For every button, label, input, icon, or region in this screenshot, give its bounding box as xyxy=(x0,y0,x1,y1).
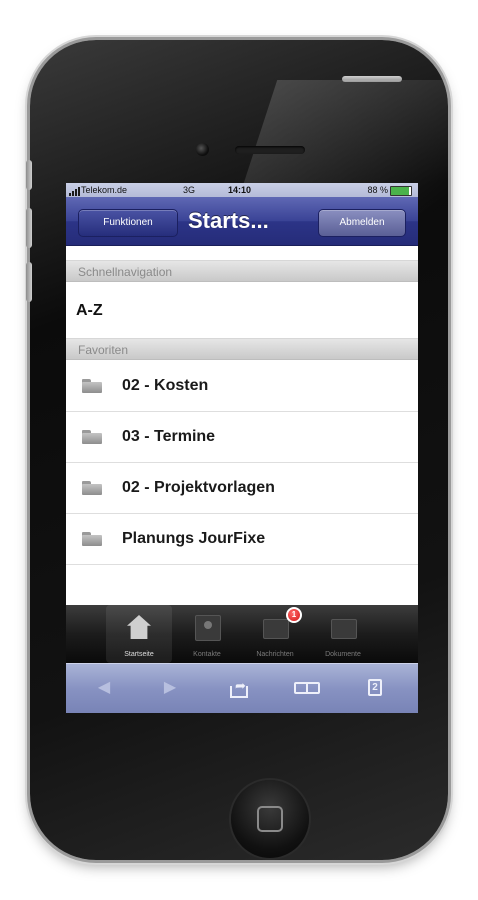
forward-arrow-icon[interactable]: ▶ xyxy=(158,677,182,699)
home-button[interactable] xyxy=(231,780,309,858)
person-icon xyxy=(195,615,221,641)
phone-screen: Telekom.de 3G 14:10 88 % Funktionen Star… xyxy=(66,183,418,713)
tab-label: Kontakte xyxy=(193,651,221,658)
favorite-label: 02 - Kosten xyxy=(122,377,209,394)
favorites-list: 02 - Kosten 03 - Termine 02 - Projektvor… xyxy=(66,361,418,565)
volume-up-button xyxy=(26,208,32,248)
favorite-label: 02 - Projektvorlagen xyxy=(122,479,275,496)
tab-nachrichten[interactable]: 1 Nachrichten xyxy=(242,605,308,663)
folder-icon xyxy=(82,430,102,444)
house-icon xyxy=(127,615,151,639)
earpiece-speaker xyxy=(235,146,305,154)
folder-icon xyxy=(331,619,357,639)
mail-icon xyxy=(263,619,289,639)
navigation-bar: Funktionen Starts... Abmelden xyxy=(66,197,418,246)
browser-toolbar: ◀ ▶ ➦ 2 xyxy=(66,663,418,713)
carrier-name: Telekom.de xyxy=(81,185,128,195)
list-empty-area xyxy=(66,565,418,605)
favorite-item[interactable]: 02 - Projektvorlagen xyxy=(66,463,418,514)
pages-count: 2 xyxy=(368,679,382,696)
bookmarks-icon[interactable] xyxy=(294,677,320,699)
functions-button[interactable]: Funktionen xyxy=(78,209,178,237)
app-tab-bar: Startseite Kontakte 1 Nachrichten Dokume… xyxy=(66,605,418,663)
favorite-item[interactable]: Planungs JourFixe xyxy=(66,514,418,565)
folder-icon xyxy=(82,532,102,546)
battery-icon xyxy=(390,186,412,196)
folder-icon xyxy=(82,481,102,495)
favorites-section-header: Favoriten xyxy=(66,338,418,360)
tab-startseite[interactable]: Startseite xyxy=(106,605,172,663)
favorite-label: Planungs JourFixe xyxy=(122,530,266,547)
home-button-square-icon xyxy=(257,806,283,832)
folder-icon xyxy=(82,379,102,393)
tab-label: Startseite xyxy=(124,651,154,658)
volume-down-button xyxy=(26,262,32,302)
tab-label: Dokumente xyxy=(325,651,361,658)
notification-badge: 1 xyxy=(286,607,302,623)
quick-nav-section-header: Schnellnavigation xyxy=(66,260,418,282)
tab-label: Nachrichten xyxy=(256,651,294,658)
sleep-button xyxy=(342,76,402,82)
favorite-item[interactable]: 03 - Termine xyxy=(66,412,418,463)
pages-icon[interactable]: 2 xyxy=(364,677,388,699)
az-list-item[interactable]: A-Z xyxy=(66,283,418,338)
page-title: Starts... xyxy=(188,208,269,233)
favorite-item[interactable]: 02 - Kosten xyxy=(66,361,418,412)
status-bar: Telekom.de 3G 14:10 88 % xyxy=(66,183,418,197)
favorite-label: 03 - Termine xyxy=(122,428,216,445)
status-time: 14:10 xyxy=(228,185,252,195)
tab-dokumente[interactable]: Dokumente xyxy=(310,605,376,663)
back-arrow-icon[interactable]: ◀ xyxy=(92,677,116,699)
mute-switch xyxy=(26,160,32,190)
tab-kontakte[interactable]: Kontakte xyxy=(174,605,240,663)
front-camera xyxy=(196,143,209,156)
network-type: 3G xyxy=(183,185,196,195)
signal-strength-icon xyxy=(69,187,80,196)
stage: Telekom.de 3G 14:10 88 % Funktionen Star… xyxy=(0,0,478,900)
share-icon[interactable]: ➦ xyxy=(226,677,250,699)
battery-percentage: 88 % xyxy=(367,185,388,195)
logout-button[interactable]: Abmelden xyxy=(318,209,406,237)
